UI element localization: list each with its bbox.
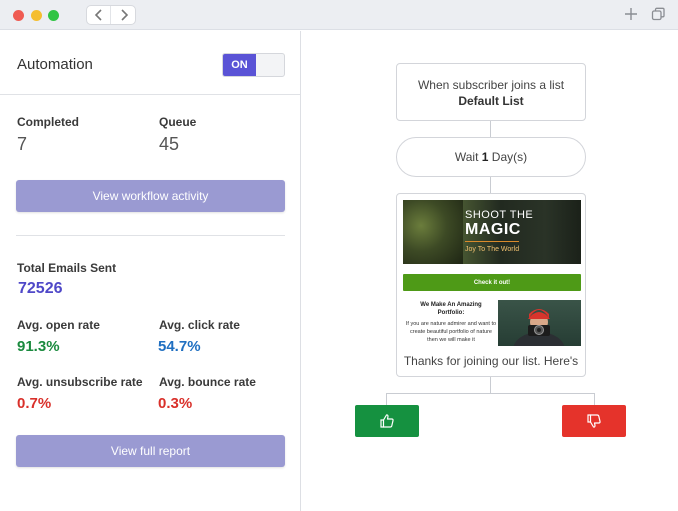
click-rate-value: 54.7% — [158, 338, 201, 355]
email-promo-body: If you are nature admirer and want to cr… — [405, 321, 497, 343]
workflow-canvas: When subscriber joins a list Default Lis… — [302, 31, 678, 511]
email-promo-title: We Make An Amazing Portfolio: — [420, 302, 482, 316]
copy-icon — [651, 7, 665, 21]
open-rate-value: 91.3% — [17, 338, 60, 355]
total-emails-sent-label: Total Emails Sent — [17, 261, 117, 275]
forward-button[interactable] — [112, 6, 136, 24]
email-photographer-image — [498, 300, 581, 346]
thumbs-down-icon — [587, 414, 601, 428]
total-emails-sent-value: 72526 — [18, 280, 63, 297]
bounce-rate-label: Avg. bounce rate — [159, 375, 256, 389]
wait-node[interactable]: Wait 1 Day(s) — [396, 137, 586, 177]
section-divider — [16, 235, 285, 236]
completed-label: Completed — [17, 115, 80, 129]
hero-title: MAGIC — [465, 221, 521, 238]
unsubscribe-rate-label: Avg. unsubscribe rate — [17, 375, 143, 389]
connector-line — [490, 177, 491, 193]
minimize-window-button[interactable] — [31, 10, 42, 21]
automation-sidebar: Automation ON Completed 7 Queue 45 View … — [0, 31, 301, 511]
zoom-window-button[interactable] — [48, 10, 59, 21]
hero-underline — [465, 241, 519, 242]
trigger-node[interactable]: When subscriber joins a list Default Lis… — [396, 63, 586, 121]
new-tab-button[interactable] — [623, 6, 639, 22]
chevron-left-icon — [94, 9, 102, 21]
view-full-report-button[interactable]: View full report — [16, 435, 285, 467]
toggle-on-label: ON — [223, 54, 256, 76]
connector-line — [490, 121, 491, 137]
email-hero-banner: SHOOT THE MAGIC Joy To The World — [403, 200, 581, 264]
wait-prefix: Wait — [454, 150, 482, 164]
queue-label: Queue — [159, 115, 197, 129]
email-preview-text: Thanks for joining our list. Here's — [403, 354, 579, 368]
plus-icon — [625, 8, 637, 20]
branch-left-line — [386, 393, 387, 405]
view-workflow-activity-button[interactable]: View workflow activity — [16, 180, 285, 212]
window-titlebar — [0, 0, 678, 30]
negative-branch-node[interactable] — [562, 405, 626, 437]
photographer-illustration — [513, 309, 565, 346]
email-cta-button: Check it out! — [403, 274, 581, 291]
bounce-rate-value: 0.3% — [158, 395, 193, 412]
hero-forest-image — [403, 200, 463, 264]
show-tabs-button[interactable] — [650, 6, 666, 22]
automation-label: Automation — [17, 56, 93, 73]
branch-right-line — [594, 393, 595, 405]
email-node[interactable]: SHOOT THE MAGIC Joy To The World Check i… — [396, 193, 586, 377]
back-button[interactable] — [87, 6, 111, 24]
completed-value: 7 — [17, 134, 28, 154]
trigger-description: When subscriber joins a list — [417, 78, 565, 92]
automation-header: Automation ON — [0, 31, 300, 95]
navigation-buttons — [86, 5, 136, 25]
close-window-button[interactable] — [13, 10, 24, 21]
positive-branch-node[interactable] — [355, 405, 419, 437]
branch-line — [386, 393, 595, 394]
trigger-list-name: Default List — [458, 94, 524, 108]
branch-connector — [490, 377, 491, 393]
thumbs-up-icon — [380, 414, 394, 428]
hero-headline: SHOOT THE — [465, 209, 534, 221]
open-rate-label: Avg. open rate — [17, 318, 100, 332]
chevron-right-icon — [121, 9, 129, 21]
queue-value: 45 — [159, 134, 180, 154]
automation-toggle[interactable]: ON — [222, 53, 285, 77]
unsubscribe-rate-value: 0.7% — [17, 395, 52, 412]
hero-tagline: Joy To The World — [465, 246, 520, 253]
click-rate-label: Avg. click rate — [159, 318, 240, 332]
wait-count: 1 — [481, 150, 489, 164]
wait-suffix: Day(s) — [488, 150, 528, 164]
